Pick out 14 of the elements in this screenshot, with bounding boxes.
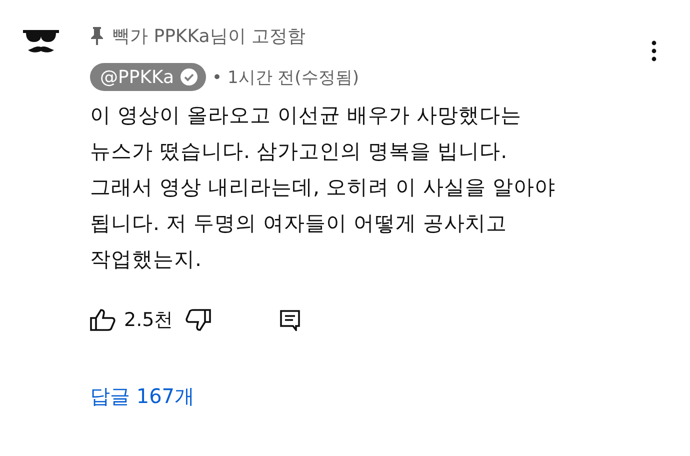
comment-text: 됩니다. 저 두명의 여자들이 어떻게 공사치고	[90, 210, 508, 237]
pin-icon	[90, 27, 104, 45]
comment-time: • 1시간 전(수정됨)	[212, 66, 359, 88]
comment-text: 작업했는지.	[90, 246, 203, 273]
comment-text: 뉴스가 떴습니다. 삼가고인의 명복을 빕니다.	[90, 138, 508, 165]
pinned-label: 빽가 PPKKa님이 고정함	[112, 25, 306, 48]
author-badge[interactable]: @PPKKa	[90, 63, 206, 91]
comment-text: 그래서 영상 내리라는데, 오히려 이 사실을 알아야	[90, 174, 557, 201]
comment-icon[interactable]	[279, 309, 302, 331]
comment-text: 이 영상이 올라오고 이선균 배우가 사망했다는	[90, 102, 523, 129]
thumbs-down-icon[interactable]	[185, 308, 212, 332]
thumbs-up-icon[interactable]	[90, 308, 116, 332]
like-count: 2.5천	[124, 308, 174, 333]
replies-link[interactable]: 답글 167개	[90, 383, 612, 410]
